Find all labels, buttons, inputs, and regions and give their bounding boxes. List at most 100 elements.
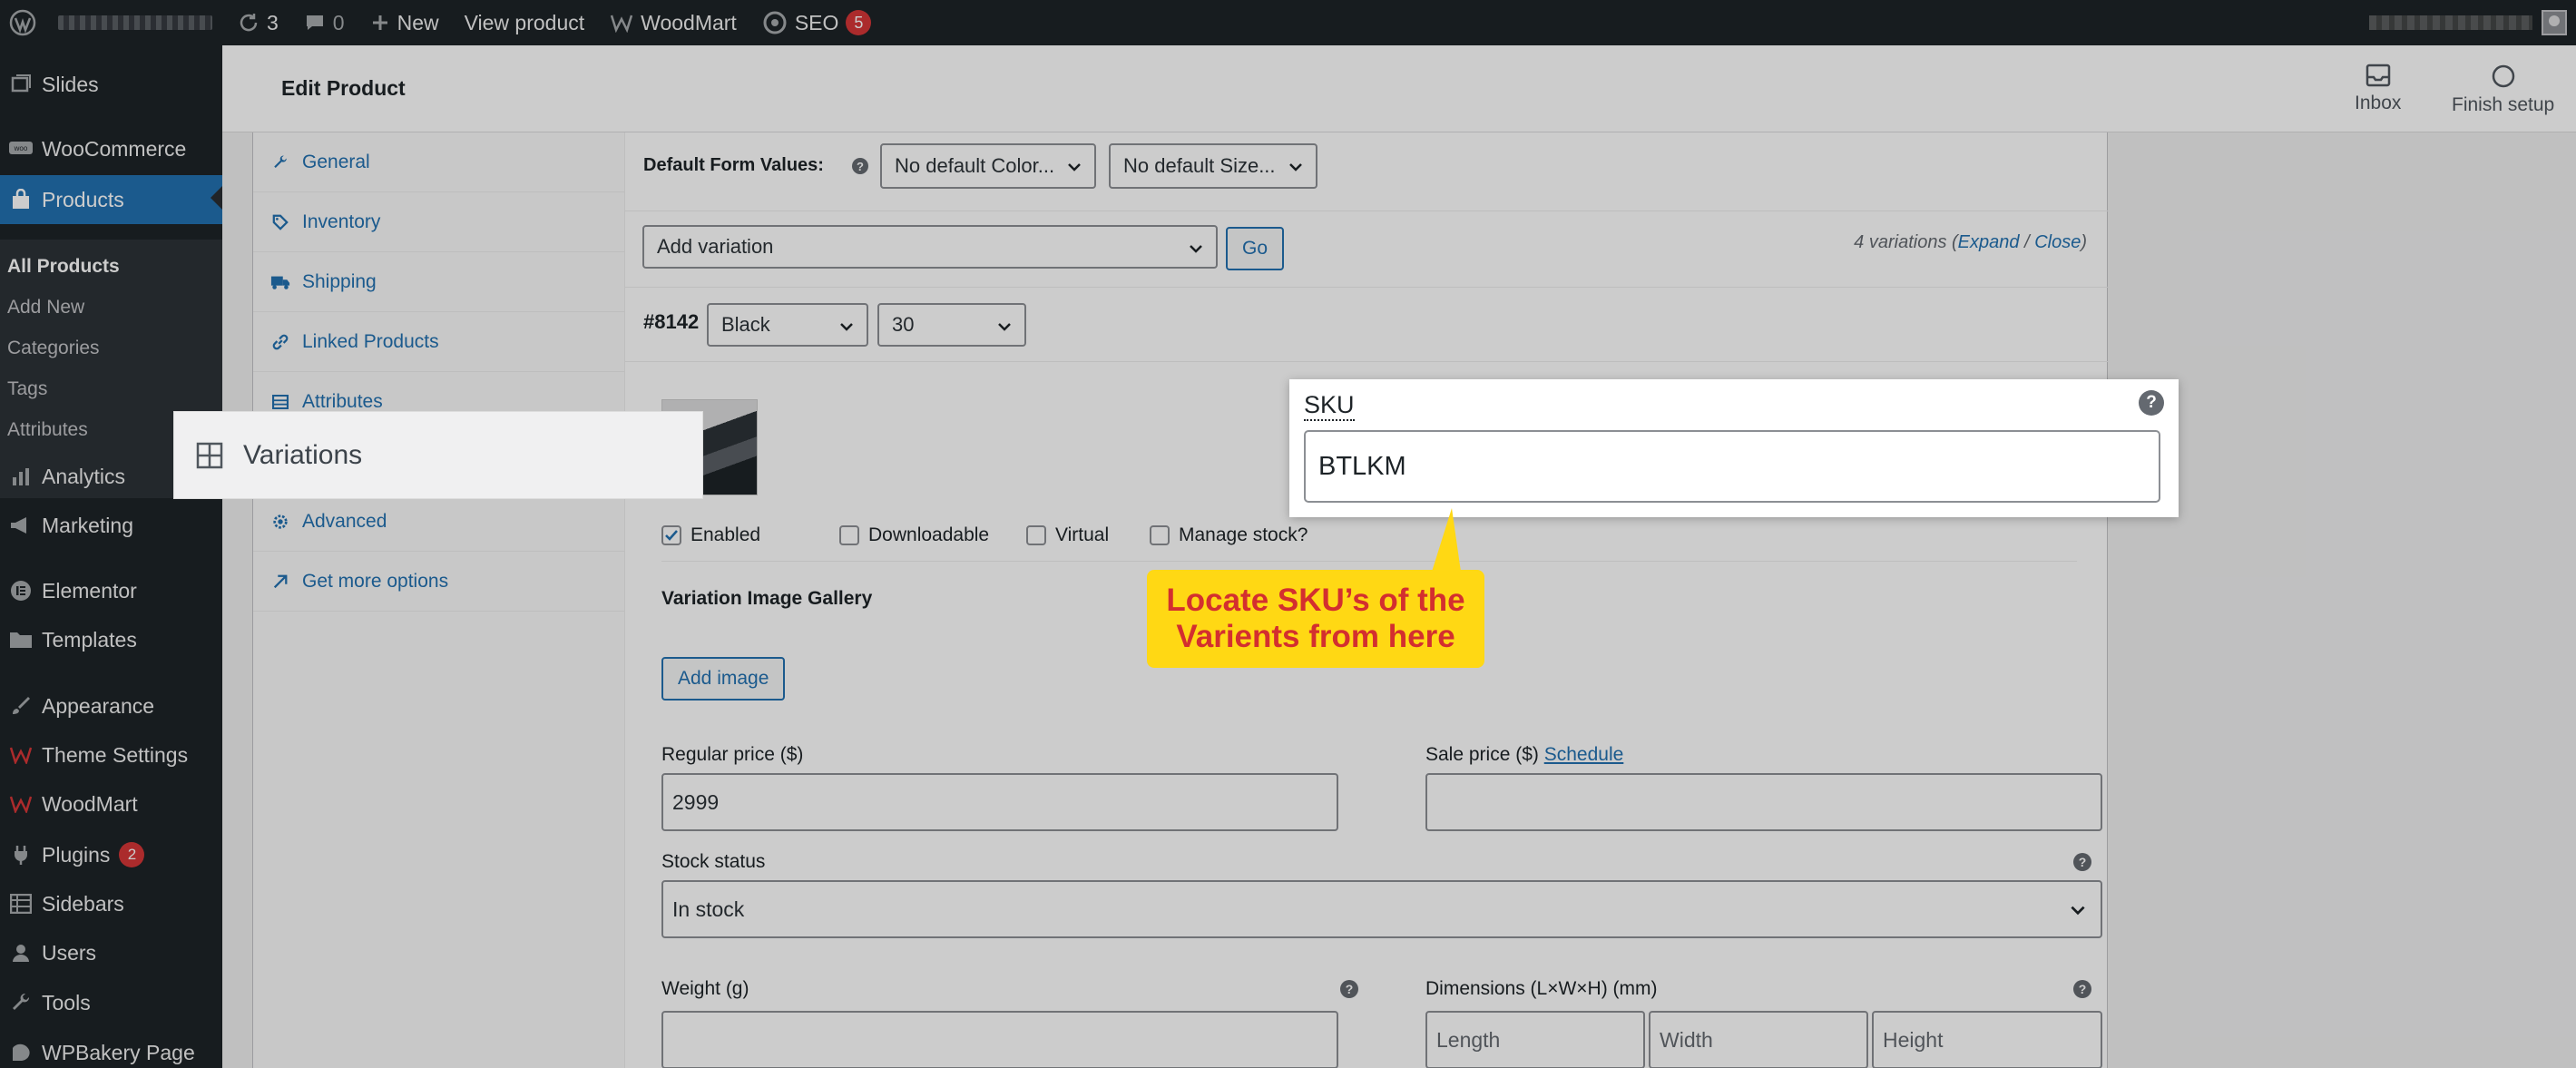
- sidebar-item-label: Analytics: [42, 464, 126, 488]
- sale-price-input[interactable]: [1425, 773, 2102, 831]
- sidebar-item-label: WooCommerce: [42, 136, 187, 161]
- submenu-attributes[interactable]: Attributes: [7, 419, 88, 441]
- wordpress-logo-icon[interactable]: [0, 0, 45, 45]
- sidebar-item-products[interactable]: Products: [0, 175, 222, 224]
- height-input[interactable]: Height: [1872, 1011, 2102, 1068]
- sidebar-item-users[interactable]: Users: [0, 930, 222, 975]
- default-color-select[interactable]: No default Color...: [880, 143, 1096, 189]
- help-icon[interactable]: ?: [2139, 390, 2164, 416]
- submenu-categories[interactable]: Categories: [7, 338, 100, 359]
- tab-label: General: [302, 151, 370, 172]
- help-icon[interactable]: ?: [2073, 853, 2091, 871]
- new-button[interactable]: New: [358, 0, 452, 45]
- sidebar-item-marketing[interactable]: Marketing: [0, 503, 222, 548]
- help-icon[interactable]: ?: [852, 158, 868, 174]
- new-label: New: [397, 10, 439, 34]
- tab-get-more-options[interactable]: Get more options: [253, 552, 625, 612]
- sidebar-item-label: Plugins: [42, 842, 111, 867]
- tab-general[interactable]: General: [253, 132, 625, 192]
- chevron-down-icon: [1068, 163, 1081, 171]
- close-link[interactable]: Close: [2034, 232, 2081, 252]
- sidebar-item-woodmart[interactable]: WoodMart: [0, 781, 222, 827]
- variation-id: #8142: [643, 310, 700, 333]
- page-header: Edit Product Inbox Finish setup: [222, 45, 2576, 132]
- add-image-button[interactable]: Add image: [661, 657, 786, 701]
- submenu-add-new[interactable]: Add New: [7, 297, 84, 318]
- tab-shipping[interactable]: Shipping: [253, 252, 625, 312]
- sidebar-item-woocommerce[interactable]: woo WooCommerce: [0, 126, 222, 171]
- view-product-link[interactable]: View product: [452, 0, 598, 45]
- sidebar-item-tools[interactable]: Tools: [0, 980, 222, 1025]
- site-name[interactable]: [45, 0, 225, 45]
- variation-color-select[interactable]: Black: [707, 303, 868, 347]
- regular-price-input[interactable]: 2999: [661, 773, 1338, 831]
- tab-inventory[interactable]: Inventory: [253, 192, 625, 252]
- finish-setup-button[interactable]: Finish setup: [2452, 64, 2554, 116]
- sidebar-item-label: Marketing: [42, 513, 133, 537]
- sidebar-item-elementor[interactable]: Elementor: [0, 568, 222, 613]
- schedule-link[interactable]: Schedule: [1544, 744, 1624, 765]
- inbox-label: Inbox: [2355, 93, 2402, 113]
- go-button[interactable]: Go: [1226, 227, 1284, 270]
- stock-status-label: Stock status: [661, 851, 766, 872]
- sidebar-item-appearance[interactable]: Appearance: [0, 683, 222, 729]
- chevron-down-icon: [998, 323, 1011, 331]
- close-paren: ): [2081, 232, 2087, 252]
- sku-input[interactable]: BTLKM: [1304, 430, 2160, 503]
- plugin-icon: [0, 844, 42, 866]
- default-size-select[interactable]: No default Size...: [1109, 143, 1317, 189]
- woodmart-icon: [0, 795, 42, 813]
- elementor-icon: [0, 580, 42, 602]
- truck-icon: [269, 274, 291, 290]
- tab-advanced[interactable]: Advanced: [253, 492, 625, 552]
- inbox-button[interactable]: Inbox: [2355, 64, 2401, 114]
- manage-stock-checkbox[interactable]: Manage stock?: [1150, 524, 1308, 546]
- comments-button[interactable]: 0: [291, 0, 358, 45]
- sale-price-label: Sale price ($): [1425, 744, 1539, 765]
- sidebar-item-theme-settings[interactable]: Theme Settings: [0, 732, 222, 778]
- finish-setup-label: Finish setup: [2452, 94, 2555, 115]
- grid-icon: [196, 442, 223, 469]
- variation-size-select[interactable]: 30: [877, 303, 1026, 347]
- add-variation-select[interactable]: Add variation: [642, 225, 1218, 269]
- expand-link[interactable]: Expand: [1958, 232, 2020, 252]
- enabled-label: Enabled: [691, 524, 761, 545]
- help-icon[interactable]: ?: [2073, 980, 2091, 998]
- sidebar-item-label: Products: [42, 187, 124, 211]
- chevron-down-icon: [1289, 163, 1302, 171]
- downloadable-checkbox[interactable]: Downloadable: [839, 524, 989, 546]
- sidebar-item-slides[interactable]: Slides: [0, 62, 222, 107]
- enabled-checkbox[interactable]: Enabled: [661, 524, 760, 546]
- stock-status-select[interactable]: In stock: [661, 880, 2102, 938]
- dimensions-label: Dimensions (L×W×H) (mm): [1425, 978, 1658, 999]
- weight-input[interactable]: [661, 1011, 1338, 1068]
- sidebar-item-sidebars[interactable]: Sidebars: [0, 881, 222, 926]
- woodmart-icon: [610, 13, 633, 33]
- sidebar-item-templates[interactable]: Templates: [0, 617, 222, 662]
- tab-linked-products[interactable]: Linked Products: [253, 312, 625, 372]
- updates-button[interactable]: 3: [225, 0, 291, 45]
- checkbox-unchecked: [1026, 525, 1046, 545]
- woodmart-menu[interactable]: WoodMart: [597, 0, 749, 45]
- user-account-menu[interactable]: [2369, 0, 2567, 45]
- sidebar-item-label: WoodMart: [42, 791, 138, 816]
- width-input[interactable]: Width: [1649, 1011, 1868, 1068]
- tab-label: Variations: [243, 439, 363, 470]
- virtual-checkbox[interactable]: Virtual: [1026, 524, 1109, 546]
- length-input[interactable]: Length: [1425, 1011, 1645, 1068]
- brush-icon: [0, 695, 42, 717]
- sidebar-item-plugins[interactable]: Plugins 2: [0, 832, 222, 877]
- submenu-all-products[interactable]: All Products: [7, 256, 120, 278]
- seo-badge: 5: [846, 10, 872, 35]
- gear-icon: [269, 514, 291, 530]
- sidebar-item-wpbakery[interactable]: WPBakery Page: [0, 1030, 222, 1068]
- sidebar-item-label: WPBakery Page: [42, 1040, 195, 1064]
- theme-settings-icon: [0, 746, 42, 764]
- help-icon[interactable]: ?: [1340, 980, 1358, 998]
- tab-label: Attributes: [302, 390, 383, 412]
- seo-menu[interactable]: SEO 5: [749, 0, 885, 45]
- user-icon: [0, 943, 42, 963]
- submenu-tags[interactable]: Tags: [7, 378, 47, 400]
- updates-icon: [238, 12, 260, 34]
- tab-variations[interactable]: Variations: [174, 412, 702, 498]
